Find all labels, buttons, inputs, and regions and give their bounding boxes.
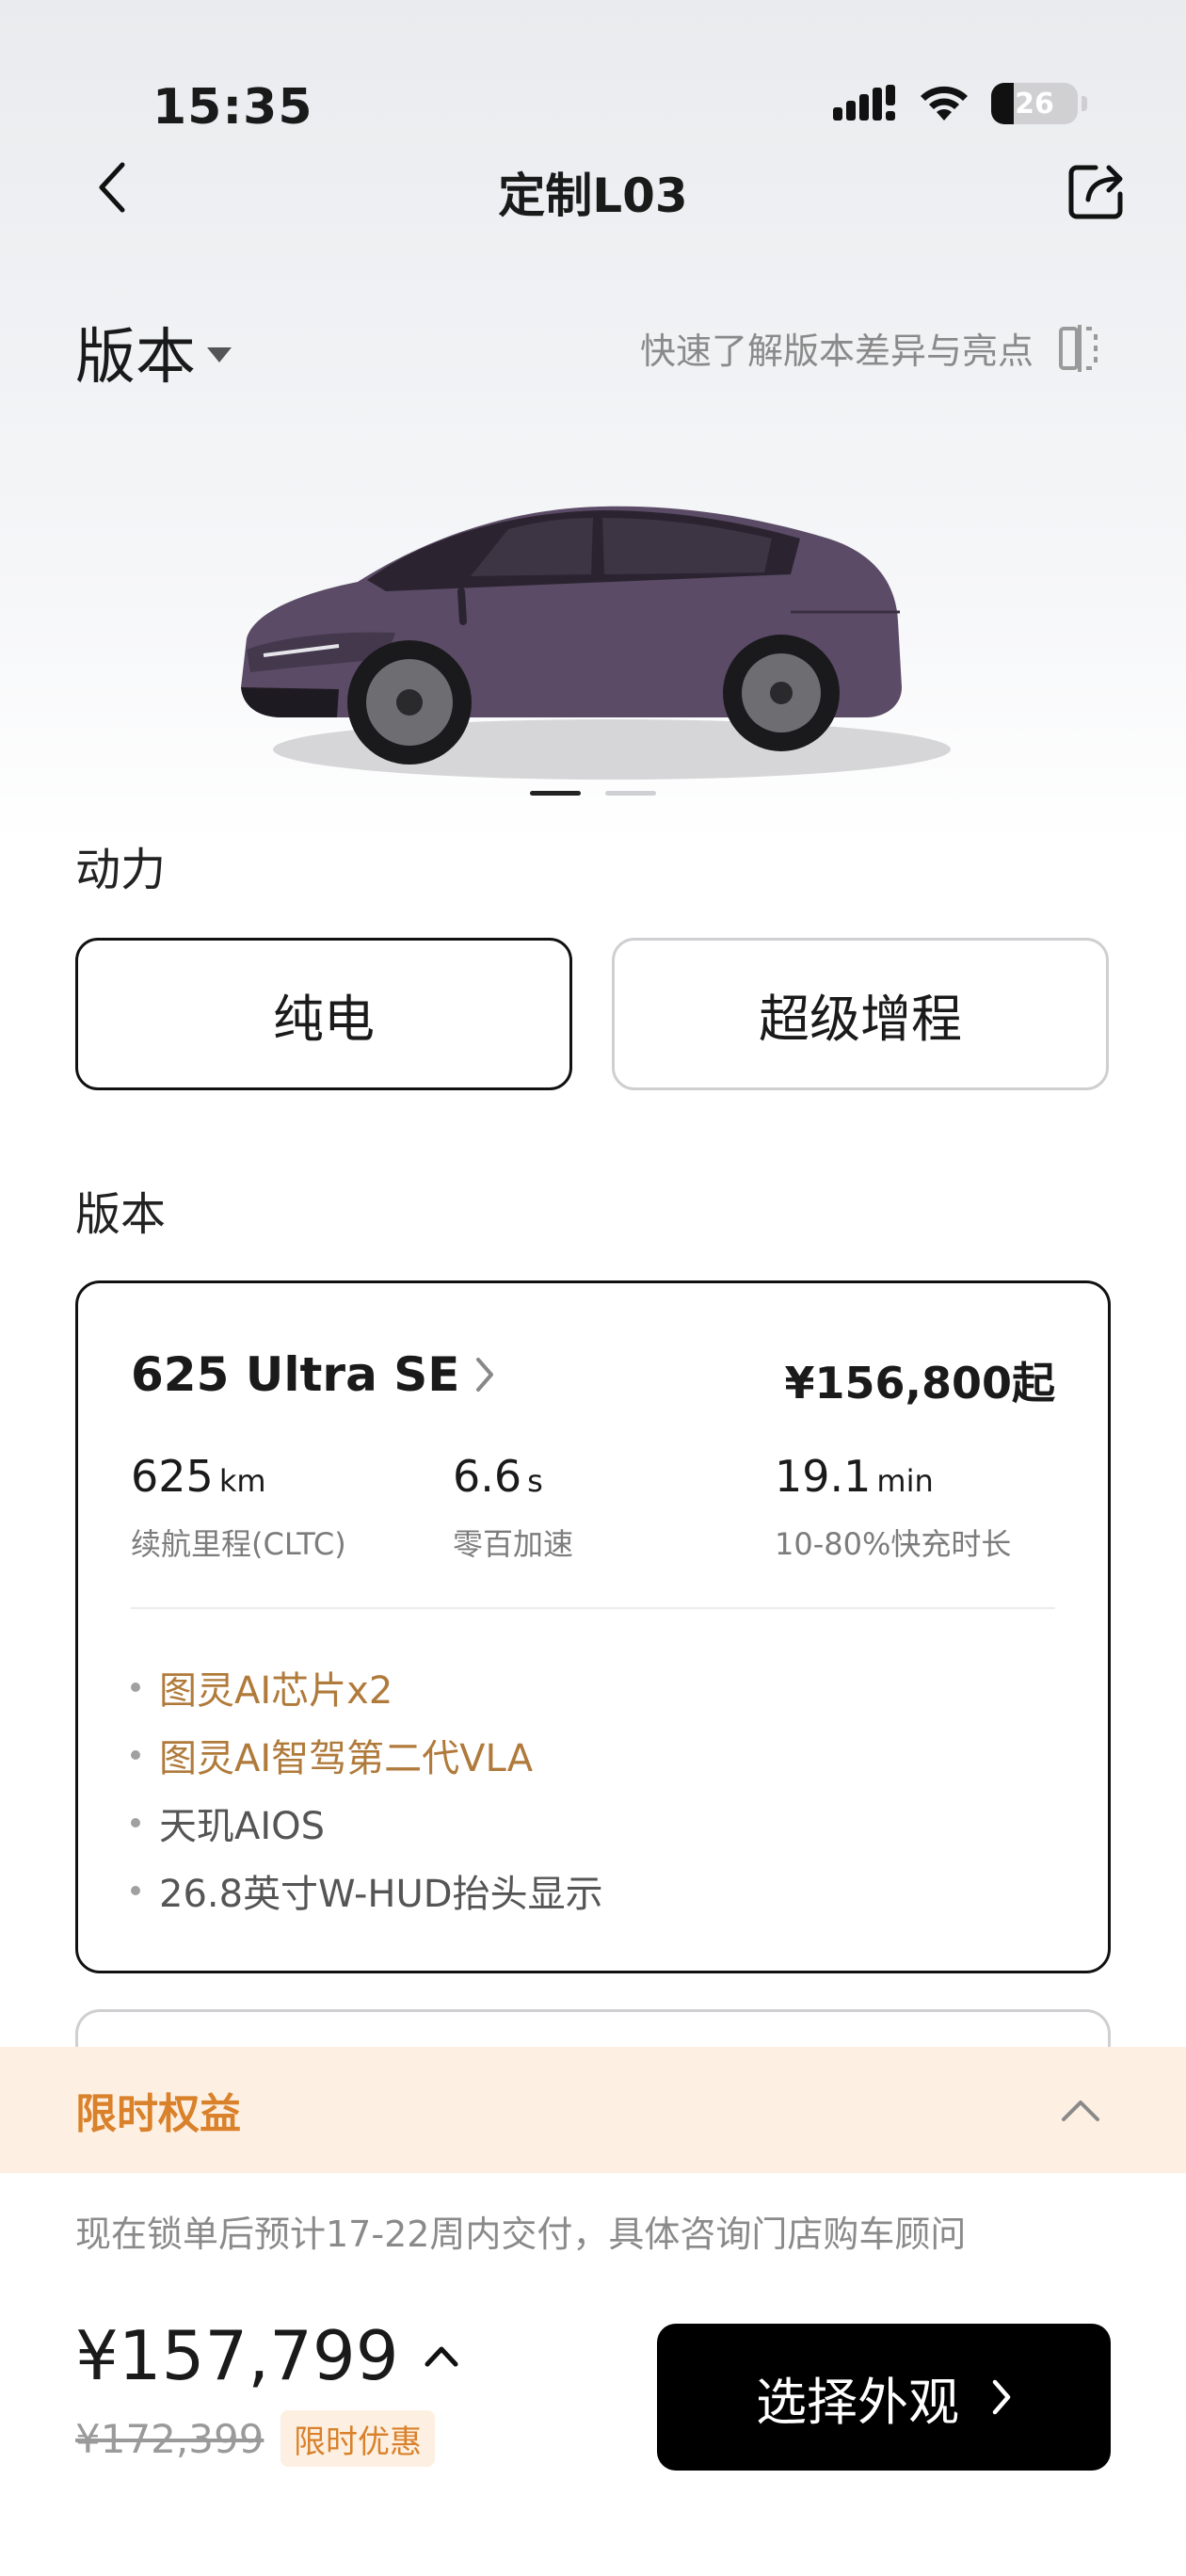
battery-icon: 26 <box>991 83 1078 124</box>
power-option-label: 超级增程 <box>759 989 962 1049</box>
page-title: 定制L03 <box>498 169 688 223</box>
share-icon <box>1068 165 1123 219</box>
promo-badge: 限时优惠 <box>280 2410 435 2467</box>
feature-text: 图灵AI智驾第二代VLA <box>159 1737 534 1780</box>
spec-label: 续航里程(CLTC) <box>131 1526 346 1562</box>
select-exterior-button[interactable]: 选择外观 <box>657 2324 1111 2471</box>
chevron-up-icon[interactable] <box>1060 2097 1101 2123</box>
battery-fill <box>991 83 1014 124</box>
compare-link-label: 快速了解版本差异与亮点 <box>639 330 1034 372</box>
bullet-icon <box>131 1682 140 1692</box>
divider <box>131 1607 1055 1609</box>
version-header-label: 版本 <box>75 323 196 393</box>
carousel-dot[interactable] <box>605 791 656 796</box>
spec-value: 625 <box>131 1451 214 1502</box>
wifi-icon <box>921 86 968 121</box>
spec-range: 625 km 续航里程(CLTC) <box>131 1451 346 1564</box>
version-card[interactable]: 625 Ultra SE ¥156,800起 625 km 续航里程(CLTC) … <box>75 1280 1111 1973</box>
original-price: ¥172,399 <box>75 2416 264 2462</box>
power-option-label: 纯电 <box>273 989 375 1049</box>
feature-item: 26.8英寸W-HUD抬头显示 <box>131 1863 603 1918</box>
feature-text: 天玑AIOS <box>159 1805 326 1848</box>
delivery-note: 现在锁单后预计17-22周内交付，具体咨询门店购车顾问 <box>75 2214 967 2255</box>
carousel-indicator <box>0 791 1186 796</box>
benefits-title: 限时权益 <box>75 2090 241 2138</box>
spec-unit: min <box>876 1463 934 1499</box>
spec-label: 10-80%快充时长 <box>775 1526 1012 1562</box>
status-icons: 26 <box>833 83 1087 124</box>
spec-value: 6.6 <box>453 1451 522 1502</box>
spec-label: 零百加速 <box>453 1526 574 1562</box>
signal-icon <box>833 85 895 121</box>
version-dropdown[interactable]: 版本 <box>75 309 232 395</box>
car-image[interactable] <box>226 471 979 791</box>
version-name[interactable]: 625 Ultra SE <box>131 1347 495 1402</box>
cta-label: 选择外观 <box>756 2372 959 2432</box>
version-price: ¥156,800起 <box>784 1358 1055 1409</box>
spec-unit: km <box>218 1463 266 1499</box>
price-summary[interactable]: ¥157,799 <box>75 2316 459 2395</box>
feature-item: 图灵AI芯片x2 <box>131 1660 393 1715</box>
spec-value: 19.1 <box>775 1451 872 1502</box>
compare-versions-link[interactable]: 快速了解版本差异与亮点 <box>640 322 1101 374</box>
carousel-dot-active[interactable] <box>530 791 581 796</box>
feature-item: 图灵AI智驾第二代VLA <box>131 1728 533 1782</box>
compare-icon <box>1059 324 1098 372</box>
spec-charging: 19.1 min 10-80%快充时长 <box>775 1451 1011 1564</box>
share-button[interactable] <box>1064 158 1130 224</box>
version-section-label: 版本 <box>75 1188 167 1241</box>
battery-tip <box>1082 96 1087 111</box>
battery-level: 26 <box>1015 87 1054 121</box>
feature-text: 图灵AI芯片x2 <box>159 1669 393 1713</box>
current-price: ¥157,799 <box>75 2316 399 2395</box>
chevron-up-icon <box>425 2346 458 2367</box>
bullet-icon <box>131 1886 140 1895</box>
status-time: 15:35 <box>152 79 313 136</box>
version-name-text: 625 Ultra SE <box>131 1347 460 1402</box>
benefits-bar[interactable]: 限时权益 <box>0 2047 1186 2173</box>
spec-acceleration: 6.6 s 零百加速 <box>453 1451 573 1564</box>
power-option-ev[interactable]: 纯电 <box>75 938 572 1090</box>
feature-text: 26.8英寸W-HUD抬头显示 <box>159 1873 603 1916</box>
bullet-icon <box>131 1818 140 1827</box>
chevron-right-icon <box>476 1358 494 1392</box>
chevron-right-icon <box>992 2379 1011 2415</box>
spec-unit: s <box>527 1463 543 1499</box>
feature-item: 天玑AIOS <box>131 1795 325 1850</box>
bullet-icon <box>131 1750 140 1760</box>
car-illustration <box>241 506 951 780</box>
power-section-label: 动力 <box>75 844 167 896</box>
power-option-erev[interactable]: 超级增程 <box>612 938 1109 1090</box>
caret-down-icon <box>207 347 232 362</box>
